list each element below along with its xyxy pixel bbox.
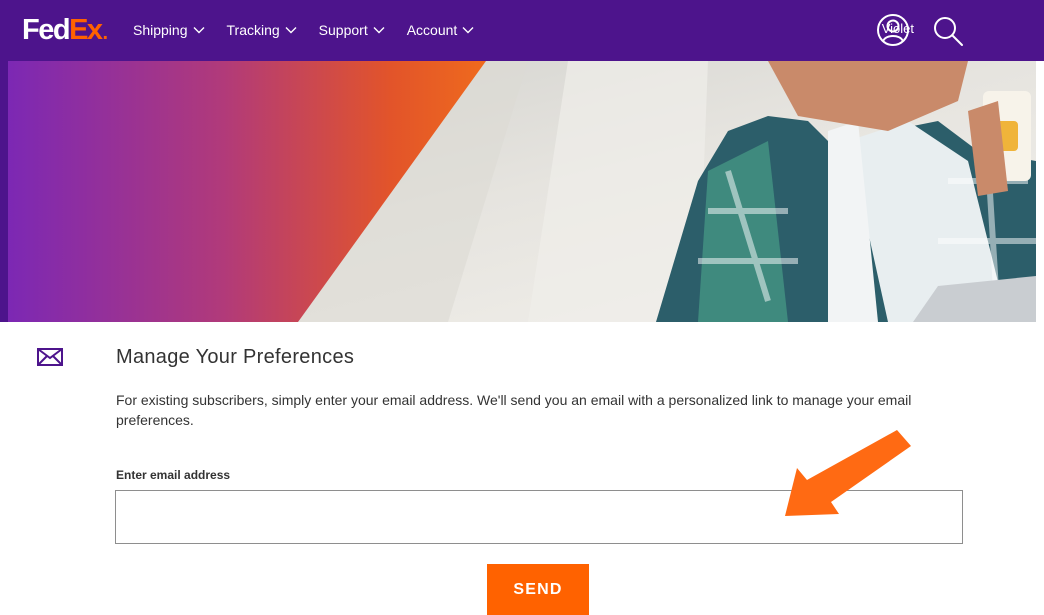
nav-tracking-label: Tracking (226, 22, 280, 38)
chevron-down-icon (285, 27, 297, 34)
annotation-arrow-icon (785, 430, 911, 516)
main-nav: Shipping Tracking Support Account (133, 20, 496, 40)
nav-account-label: Account (406, 22, 458, 38)
email-label: Enter email address (116, 468, 231, 482)
chevron-down-icon (373, 27, 385, 34)
nav-support[interactable]: Support (319, 20, 385, 40)
user-circle-icon[interactable] (876, 13, 910, 47)
hero-banner (8, 61, 1036, 322)
page-title: Manage Your Preferences (116, 346, 355, 368)
logo-fed: Fed (22, 14, 71, 46)
hero-frame-left (0, 0, 8, 322)
nav-account[interactable]: Account (407, 20, 475, 40)
mail-icon (37, 348, 63, 366)
nav-shipping-label: Shipping (133, 22, 188, 38)
send-button[interactable]: SEND (487, 564, 589, 615)
nav-shipping[interactable]: Shipping (133, 20, 205, 40)
chevron-down-icon (193, 27, 204, 34)
nav-tracking[interactable]: Tracking (227, 20, 297, 40)
search-icon[interactable] (931, 14, 965, 48)
hero-image (8, 61, 1036, 322)
site-header: Fed Ex. Shipping Tracking Support Account… (0, 0, 1044, 61)
chevron-down-icon (462, 27, 474, 34)
logo-ex: Ex (69, 14, 103, 46)
logo-dot: . (102, 22, 109, 44)
nav-support-label: Support (318, 22, 368, 38)
fedex-logo[interactable]: Fed Ex. (22, 14, 109, 46)
